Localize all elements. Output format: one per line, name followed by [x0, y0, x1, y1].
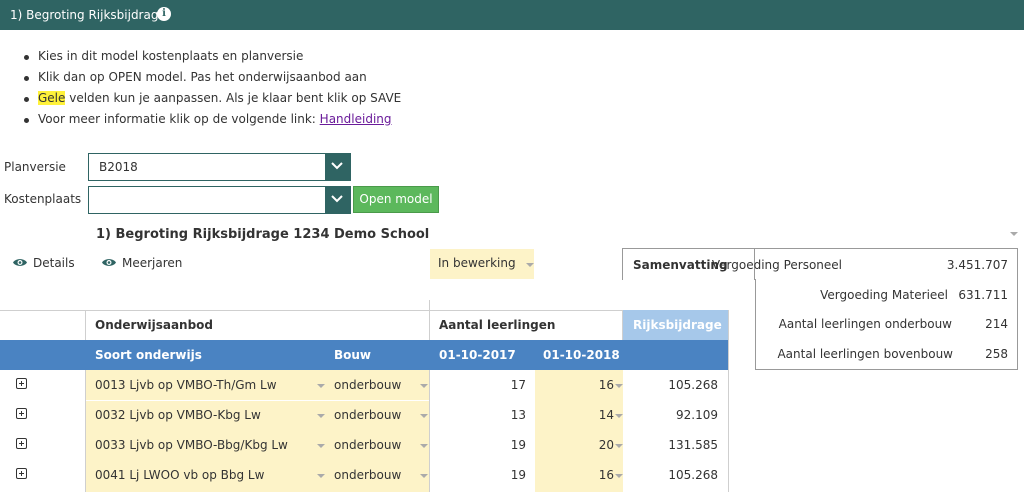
- column-header-date-2017[interactable]: 01-10-2017: [439, 348, 516, 362]
- details-label: Details: [33, 256, 75, 270]
- bouw-cell[interactable]: onderbouw: [334, 408, 401, 422]
- meerjaren-label: Meerjaren: [122, 256, 183, 270]
- expand-plus-icon[interactable]: [16, 438, 27, 449]
- expand-plus-icon[interactable]: [16, 408, 27, 419]
- caret-down-icon[interactable]: [420, 444, 428, 448]
- expand-plus-icon[interactable]: [16, 468, 27, 479]
- kostenplaats-label: Kostenplaats: [4, 192, 82, 206]
- summary-value: 631.711: [958, 288, 1008, 302]
- instruction-item: Voor meer informatie klik op de volgende…: [24, 112, 401, 133]
- column-header-bouw[interactable]: Bouw: [334, 348, 371, 362]
- bouw-cell[interactable]: onderbouw: [334, 378, 401, 392]
- caret-down-icon: [526, 263, 534, 267]
- bouw-cell[interactable]: onderbouw: [334, 468, 401, 482]
- caret-down-icon[interactable]: [615, 384, 623, 388]
- rijksbijdrage-cell: 105.268: [668, 468, 718, 482]
- collapse-caret-icon[interactable]: [1010, 232, 1018, 236]
- column-header-bar: Soort onderwijs Bouw 01-10-2017 01-10-20…: [0, 340, 728, 370]
- caret-down-icon[interactable]: [615, 444, 623, 448]
- table-border: [728, 310, 729, 492]
- eye-icon: [102, 259, 116, 266]
- bouw-cell[interactable]: onderbouw: [334, 438, 401, 452]
- column-header-soort[interactable]: Soort onderwijs: [95, 348, 202, 362]
- info-icon[interactable]: i: [157, 7, 171, 21]
- caret-down-icon[interactable]: [615, 474, 623, 478]
- column-group-onderwijsaanbod: Onderwijsaanbod: [95, 318, 214, 332]
- caret-down-icon[interactable]: [317, 414, 325, 418]
- rijksbijdrage-cell: 92.109: [676, 408, 718, 422]
- summary-value: 3.451.707: [946, 258, 1008, 272]
- planversie-label: Planversie: [4, 160, 66, 174]
- table-row: 0041 Lj LWOO vb op Bbg Lw onderbouw 19 1…: [0, 460, 728, 490]
- instruction-item: Kies in dit model kostenplaats en planve…: [24, 49, 401, 70]
- count-2017-cell: 17: [510, 378, 526, 392]
- caret-down-icon[interactable]: [420, 414, 428, 418]
- caret-down-icon[interactable]: [317, 474, 325, 478]
- details-toggle[interactable]: Details: [12, 256, 76, 272]
- table-row: 0032 Ljvb op VMBO-Kbg Lw onderbouw 13 14…: [0, 400, 728, 430]
- instruction-item: Klik dan op OPEN model. Pas het onderwij…: [24, 70, 401, 91]
- status-value: In bewerking: [438, 256, 516, 270]
- count-2018-cell[interactable]: 20: [540, 438, 614, 452]
- soort-cell[interactable]: 0013 Ljvb op VMBO-Th/Gm Lw: [95, 378, 277, 392]
- planversie-value: B2018: [99, 160, 138, 174]
- column-group-rijksbijdrage: Rijksbijdrage: [623, 310, 728, 340]
- page-title: 1) Begroting Rijksbijdrage: [10, 8, 166, 22]
- summary-label: Vergoeding Personeel: [711, 258, 842, 272]
- instruction-item: Gele velden kun je aanpassen. Als je kla…: [24, 91, 401, 112]
- open-model-button[interactable]: Open model: [353, 186, 439, 213]
- count-2017-cell: 13: [510, 408, 526, 422]
- caret-down-icon[interactable]: [420, 384, 428, 388]
- caret-down-icon[interactable]: [615, 414, 623, 418]
- summary-value: 214: [985, 317, 1008, 331]
- handleiding-link[interactable]: Handleiding: [320, 112, 392, 126]
- caret-down-icon[interactable]: [420, 474, 428, 478]
- chevron-down-icon[interactable]: [325, 187, 350, 213]
- column-group-aantal-leerlingen: Aantal leerlingen: [439, 318, 556, 332]
- table-row: 0013 Ljvb op VMBO-Th/Gm Lw onderbouw 17 …: [0, 370, 728, 400]
- soort-cell[interactable]: 0033 Ljvb op VMBO-Bbg/Kbg Lw: [95, 438, 288, 452]
- rijksbijdrage-cell: 105.268: [668, 378, 718, 392]
- count-2017-cell: 19: [510, 468, 526, 482]
- table-row: 0033 Ljvb op VMBO-Bbg/Kbg Lw onderbouw 1…: [0, 430, 728, 460]
- column-header-date-2018[interactable]: 01-10-2018: [543, 348, 620, 362]
- summary-label: Vergoeding Materieel: [820, 288, 948, 302]
- count-2018-cell[interactable]: 14: [540, 408, 614, 422]
- caret-down-icon[interactable]: [317, 444, 325, 448]
- status-select[interactable]: In bewerking: [430, 249, 534, 279]
- chevron-down-icon[interactable]: [325, 154, 350, 180]
- summary-value: 258: [985, 347, 1008, 361]
- model-title: 1) Begroting Rijksbijdrage 1234 Demo Sch…: [96, 227, 430, 242]
- planversie-select[interactable]: B2018: [88, 153, 351, 181]
- expand-plus-icon[interactable]: [16, 378, 27, 389]
- soort-cell[interactable]: 0041 Lj LWOO vb op Bbg Lw: [95, 468, 264, 482]
- highlight-word: Gele: [38, 91, 66, 105]
- kostenplaats-select[interactable]: [88, 186, 351, 214]
- soort-cell[interactable]: 0032 Ljvb op VMBO-Kbg Lw: [95, 408, 261, 422]
- caret-down-icon[interactable]: [317, 384, 325, 388]
- summary-label: Aantal leerlingen onderbouw: [778, 317, 952, 331]
- rijksbijdrage-cell: 131.585: [668, 438, 718, 452]
- count-2017-cell: 19: [510, 438, 526, 452]
- model-header-bar: 1) Begroting Rijksbijdrage i: [0, 0, 1024, 30]
- instructions-list: Kies in dit model kostenplaats en planve…: [24, 49, 401, 133]
- meerjaren-toggle[interactable]: Meerjaren: [101, 256, 183, 272]
- count-2018-cell[interactable]: 16: [540, 378, 614, 392]
- count-2018-cell[interactable]: 16: [540, 468, 614, 482]
- table-border: [0, 310, 623, 311]
- eye-icon: [13, 259, 27, 266]
